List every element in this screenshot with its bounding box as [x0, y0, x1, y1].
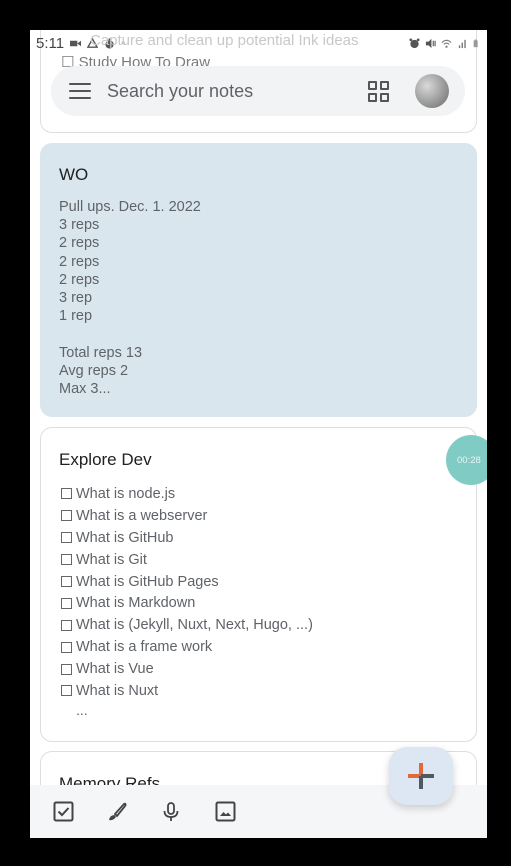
checkbox-icon	[61, 488, 72, 500]
more-indicator: ...	[76, 702, 88, 718]
checklist-item-text: What is Nuxt	[76, 682, 159, 699]
avatar[interactable]	[415, 74, 449, 108]
checklist-item-text: What is (Jekyll, Nuxt, Next, Hugo, ...)	[76, 617, 313, 634]
checklist-item-text: What is GitHub	[76, 529, 174, 546]
checkbox-icon	[61, 663, 72, 675]
timer-text: 00:28	[457, 454, 481, 466]
checkbox-icon	[53, 801, 73, 822]
video-camera-icon	[70, 40, 82, 46]
microphone-icon	[163, 801, 179, 821]
mute-icon	[425, 38, 436, 48]
new-audio-button[interactable]	[160, 801, 182, 823]
image-icon	[215, 801, 235, 822]
checklist-item-text: What is GitHub Pages	[76, 573, 219, 590]
wifi-icon	[441, 39, 452, 48]
checkbox-icon	[61, 554, 72, 566]
checkbox-icon	[61, 641, 72, 653]
phone-screen: 5:11 • Capture and clean up potential In…	[30, 30, 487, 838]
note-body: Pull ups. Dec. 1. 2022 3 reps 2 reps 2 r…	[59, 199, 201, 398]
brush-icon	[109, 802, 127, 820]
checklist-item-text: What is Markdown	[76, 595, 196, 612]
checkbox-icon	[61, 685, 72, 697]
checklist-item: What is GitHub	[61, 527, 313, 549]
note-card-wo[interactable]: WO Pull ups. Dec. 1. 2022 3 reps 2 reps …	[40, 143, 477, 417]
checklist-item: What is GitHub Pages	[61, 571, 313, 593]
checklist-item-text: What is Vue	[76, 661, 154, 678]
status-right	[409, 37, 481, 49]
checklist-item-text: What is a frame work	[76, 639, 213, 656]
checklist-item: What is Markdown	[61, 592, 313, 614]
note-title: WO	[59, 165, 89, 184]
note-title: Explore Dev	[59, 450, 152, 469]
new-drawing-button[interactable]	[106, 801, 128, 823]
checklist-item: What is node.js	[61, 483, 313, 505]
plus-icon	[408, 763, 434, 789]
note-card-explore-dev[interactable]: Explore Dev What is node.js What is a we…	[40, 427, 477, 742]
checklist-item: What is Nuxt	[61, 680, 313, 702]
status-ghost-text: Capture and clean up potential Ink ideas	[90, 32, 359, 49]
status-time: 5:11	[36, 34, 65, 52]
hamburger-menu-icon[interactable]	[69, 83, 91, 99]
alarm-icon	[409, 37, 420, 48]
checklist-item: What is Git	[61, 549, 313, 571]
checklist: What is node.js What is a webserver What…	[61, 483, 313, 702]
grid-view-icon[interactable]	[368, 80, 389, 102]
checkbox-icon	[61, 619, 72, 631]
checklist-item: What is a frame work	[61, 636, 313, 658]
status-bar: 5:11 • Capture and clean up potential In…	[30, 30, 487, 56]
search-input[interactable]: Search your notes	[107, 81, 368, 102]
checklist-item: What is (Jekyll, Nuxt, Next, Hugo, ...)	[61, 614, 313, 636]
new-list-button[interactable]	[52, 801, 74, 823]
checkbox-icon	[61, 597, 72, 609]
checkbox-icon	[61, 532, 72, 544]
checklist-item-text: What is Git	[76, 551, 147, 568]
battery-icon	[473, 39, 478, 47]
checkbox-icon	[61, 510, 72, 522]
checklist-item: What is a webserver	[61, 505, 313, 527]
checklist-item-text: What is node.js	[76, 485, 176, 502]
checklist-item: What is Vue	[61, 658, 313, 680]
signal-icon	[458, 39, 466, 48]
search-bar[interactable]: Search your notes	[51, 66, 465, 116]
checklist-item-text: What is a webserver	[76, 507, 208, 524]
new-note-fab[interactable]	[389, 747, 453, 805]
new-image-button[interactable]	[214, 801, 236, 823]
checkbox-icon	[61, 576, 72, 587]
